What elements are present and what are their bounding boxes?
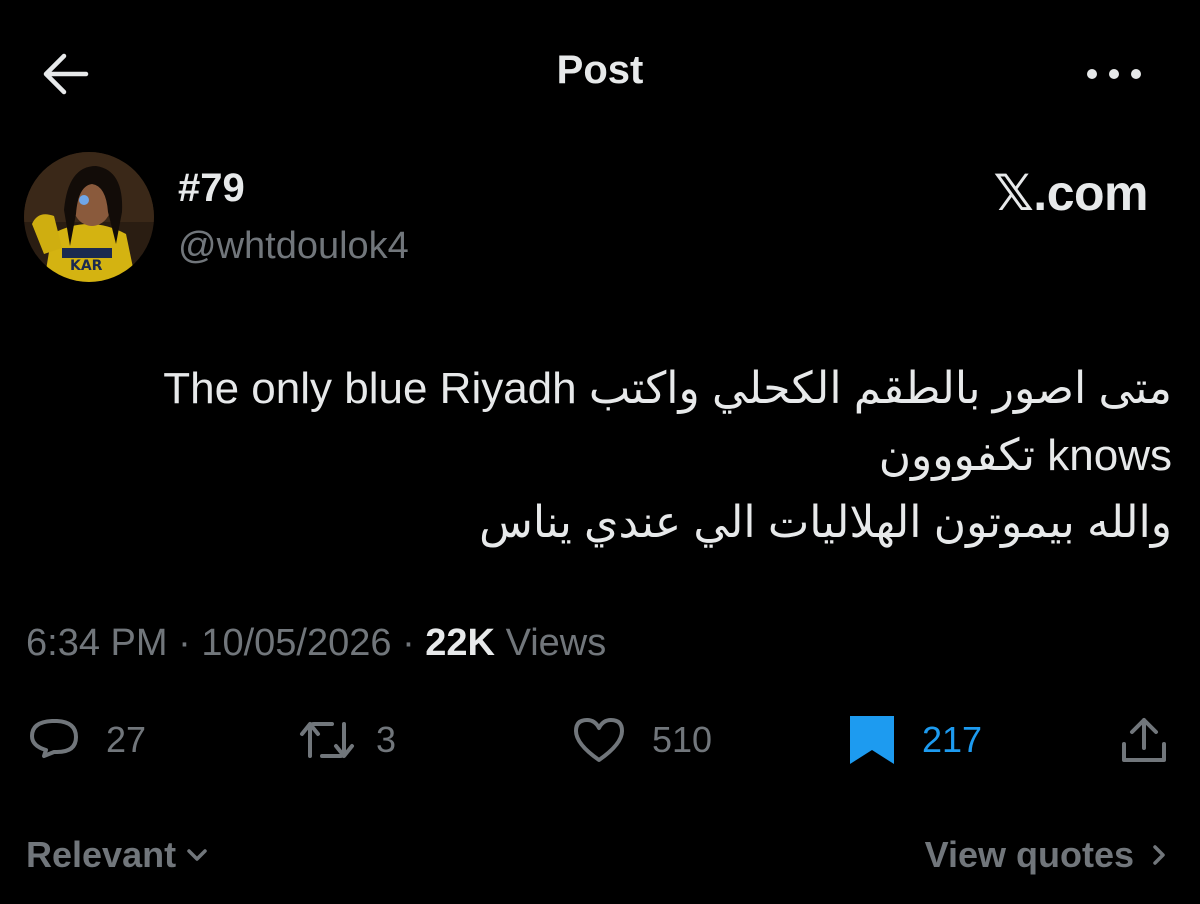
repost-icon [300, 722, 354, 758]
reply-button[interactable]: 27 [26, 710, 146, 770]
page-title: Post [556, 48, 644, 92]
share-icon [1122, 718, 1166, 762]
author-display-name[interactable]: #79 [178, 166, 245, 211]
post-text-line: متى اصور بالطقم الكحلي واكتب The only bl… [163, 364, 1172, 413]
bookmark-count: 217 [922, 719, 983, 760]
author-handle[interactable]: @whtdoulok4 [178, 225, 409, 268]
like-button[interactable]: 510 [570, 710, 712, 770]
avatar[interactable]: KAR [24, 152, 154, 282]
post-time: 6:34 PM [26, 622, 168, 664]
sort-label: Relevant [26, 834, 177, 875]
replies-footer: Relevant View quotes [0, 826, 1200, 886]
more-horizontal-icon [1087, 69, 1141, 79]
post-meta: 6:34 PM · 10/05/2026 · 22K Views [26, 622, 606, 665]
avatar-image: KAR [24, 152, 154, 282]
post-text-line: knows تكفووون [878, 431, 1172, 480]
arrow-left-icon [43, 53, 89, 95]
bookmark-button[interactable]: 217 [846, 710, 982, 770]
top-bar: Post [0, 0, 1200, 150]
meta-separator: · [178, 622, 191, 664]
bookmark-filled-icon [850, 716, 894, 764]
repost-button[interactable]: 3 [296, 710, 396, 770]
meta-separator: · [402, 622, 415, 664]
like-count: 510 [652, 719, 713, 760]
reply-count: 27 [106, 719, 147, 760]
chevron-down-icon [187, 849, 207, 861]
views-count[interactable]: 22K [425, 622, 495, 664]
repost-count: 3 [376, 719, 397, 760]
chevron-right-icon [1153, 845, 1165, 865]
x-watermark: 𝕏.com [993, 165, 1149, 221]
action-bar: 27 3 510 217 [0, 700, 1200, 780]
svg-text:KAR: KAR [70, 258, 103, 274]
more-options-button[interactable] [1080, 56, 1148, 92]
back-button[interactable] [36, 48, 92, 100]
view-quotes-link[interactable]: View quotes [925, 834, 1174, 876]
share-button[interactable] [1116, 710, 1172, 770]
post-text-line: والله بيموتون الهلاليات الي عندي يناس [479, 498, 1172, 547]
views-label: Views [505, 622, 607, 664]
post-date: 10/05/2026 [201, 622, 392, 664]
heart-icon [574, 718, 624, 762]
view-quotes-label: View quotes [924, 834, 1134, 875]
sort-dropdown[interactable]: Relevant [26, 834, 212, 876]
reply-icon [30, 719, 78, 758]
post-text: متى اصور بالطقم الكحلي واكتب The only bl… [52, 355, 1172, 556]
